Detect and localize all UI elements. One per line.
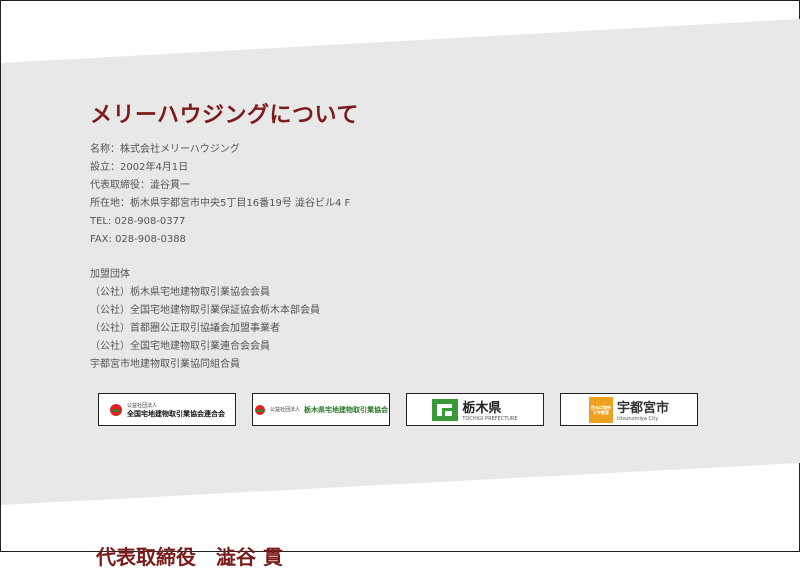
next-section-title: 代表取締役 澁谷 貫 <box>96 545 283 569</box>
tochitaku-label-small: 公益社団法人 <box>269 407 300 413</box>
about-section: メリーハウジングについて 名称：株式会社メリーハウジング 設立：2002年4月1… <box>90 97 730 374</box>
tochitaku-mark-icon <box>254 404 265 415</box>
company-established: 設立：2002年4月1日 <box>90 162 189 173</box>
company-tel: TEL: 028-908-0377 <box>90 216 186 227</box>
company-name: 名称：株式会社メリーハウジング <box>90 144 240 155</box>
partner-logos: 公益社団法人 全国宅地建物取引業協会連合会 公益社団法人 栃木県宅地建物取引業協… <box>98 393 698 426</box>
membership-item: （公社）首都圏公正取引協議会加盟事業者 <box>90 323 280 334</box>
membership-item: （公社）栃木県宅地建物取引業協会会員 <box>90 287 270 298</box>
membership-item: （公社）全国宅地建物取引業連合会会員 <box>90 341 270 352</box>
tochitaku-logo-link[interactable]: 公益社団法人 栃木県宅地建物取引業協会 <box>252 393 390 426</box>
company-info: 名称：株式会社メリーハウジング 設立：2002年4月1日 代表取締役：澁谷貫一 … <box>90 141 730 374</box>
section-title: メリーハウジングについて <box>90 103 359 128</box>
zentaku-logo-link[interactable]: 公益社団法人 全国宅地建物取引業協会連合会 <box>98 393 236 426</box>
memberships-heading: 加盟団体 <box>90 269 130 280</box>
utsunomiya-logo-link[interactable]: 住めば愉快だ宇都宮 宇都宮市 Utsunomiya City <box>560 393 698 426</box>
tochitaku-label: 栃木県宅地建物取引業協会 <box>304 405 388 414</box>
membership-item: 宇都宮市地建物取引業協同組合員 <box>90 359 240 370</box>
utsunomiya-sublabel: Utsunomiya City <box>616 416 659 422</box>
company-fax: FAX: 028-908-0388 <box>90 234 186 245</box>
membership-item: （公社）全国宅地建物取引業保証協会栃木本部会員 <box>90 305 320 316</box>
utsunomiya-label: 宇都宮市 <box>616 401 669 416</box>
tochigi-prefecture-mark-icon <box>432 398 459 421</box>
tochigi-label: 栃木県 <box>462 401 502 416</box>
tochigi-logo-link[interactable]: 栃木県 TOCHIGI PREFECTURE <box>406 393 544 426</box>
zentaku-label: 全国宅地建物取引業協会連合会 <box>127 409 225 418</box>
utsunomiya-mark-icon: 住めば愉快だ宇都宮 <box>588 396 613 423</box>
tochigi-sublabel: TOCHIGI PREFECTURE <box>462 416 518 422</box>
zentaku-label-small: 公益社団法人 <box>127 402 158 409</box>
zentaku-mark-icon <box>110 403 122 416</box>
company-address: 所在地：栃木県宇都宮市中央5丁目16番19号 澁谷ビル4 F <box>90 198 351 209</box>
company-ceo: 代表取締役：澁谷貫一 <box>90 180 190 191</box>
